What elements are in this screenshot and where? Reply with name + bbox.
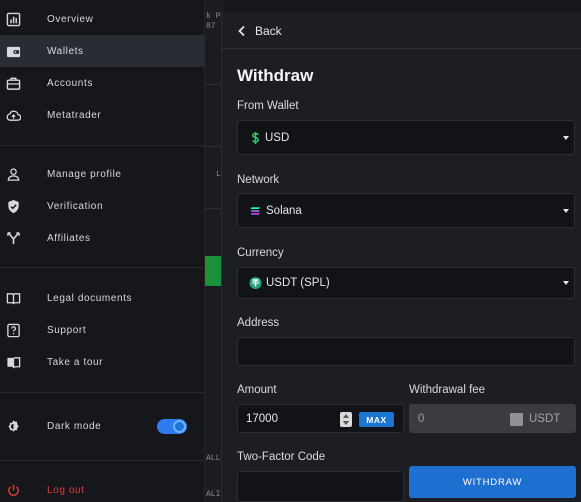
sidebar-item-affiliates[interactable]: Affiliates (0, 222, 205, 254)
back-button[interactable]: Back (236, 22, 282, 40)
sidebar-item-wallets[interactable]: Wallets (0, 35, 205, 67)
sidebar-item-label: Support (47, 324, 87, 336)
sidebar-item-label: Take a tour (47, 356, 104, 368)
sidebar-divider (0, 460, 205, 461)
dark-mode-toggle[interactable] (157, 419, 187, 434)
withdraw-panel: Back Withdraw From Wallet USD Network So… (221, 12, 581, 502)
cloud-upload-icon (5, 107, 21, 123)
sidebar-item-label: Metatrader (47, 109, 102, 121)
sidebar-divider (0, 267, 205, 268)
currency-select[interactable]: USDT (SPL) (237, 267, 575, 299)
back-label: Back (255, 24, 282, 38)
amount-input[interactable]: 17000 MAX (237, 404, 404, 433)
wallet-icon (5, 43, 21, 59)
amount-value: 17000 (246, 412, 278, 425)
currency-label: Currency (237, 247, 284, 259)
sidebar-item-label: Dark mode (47, 420, 102, 432)
briefcase-icon (5, 75, 21, 91)
chevron-down-icon (563, 135, 569, 140)
sidebar-item-label: Legal documents (47, 292, 133, 304)
address-input[interactable] (237, 337, 575, 366)
sidebar: Overview Wallets Accounts Metatrader Man… (0, 0, 205, 502)
sidebar-item-label: Verification (47, 200, 104, 212)
network-value: Solana (266, 204, 302, 217)
sidebar-item-manage-profile[interactable]: Manage profile (0, 158, 205, 190)
book-icon (5, 290, 21, 306)
withdrawal-fee-value: 0 (418, 412, 425, 425)
withdraw-button[interactable]: WITHDRAW (409, 466, 576, 498)
page-title: Withdraw (237, 66, 314, 85)
shield-check-icon (5, 198, 21, 214)
from-wallet-select[interactable]: USD (237, 120, 575, 155)
solana-icon (250, 206, 261, 215)
dollar-icon (251, 131, 260, 144)
sidebar-item-label: Overview (47, 13, 94, 25)
sidebar-item-label: Wallets (47, 45, 84, 57)
help-icon (5, 322, 21, 338)
withdrawal-fee-label: Withdrawal fee (409, 384, 486, 396)
user-icon (5, 166, 21, 182)
sidebar-item-label: Log out (47, 484, 85, 496)
background-text: 87 (206, 22, 216, 31)
sidebar-divider (0, 145, 205, 146)
sidebar-item-legal-documents[interactable]: Legal documents (0, 282, 205, 314)
network-label: Network (237, 174, 280, 186)
fork-icon (5, 230, 21, 246)
withdrawal-fee-field: 0 USDT (409, 404, 576, 433)
open-book-icon (5, 354, 21, 370)
sidebar-divider (0, 392, 205, 393)
amount-stepper[interactable] (340, 412, 352, 427)
tether-icon (249, 276, 262, 290)
chevron-down-icon (563, 281, 569, 285)
power-icon (5, 482, 21, 498)
sidebar-item-overview[interactable]: Overview (0, 3, 205, 35)
network-select[interactable]: Solana (237, 193, 575, 228)
sidebar-item-log-out[interactable]: Log out (0, 474, 205, 502)
amount-label: Amount (237, 384, 277, 396)
from-wallet-value: USD (265, 131, 290, 144)
chevron-left-icon (238, 25, 245, 37)
background-text: k P (206, 12, 221, 21)
bar-chart-icon (5, 11, 21, 27)
two-factor-label: Two-Factor Code (237, 451, 326, 463)
from-wallet-label: From Wallet (237, 100, 299, 112)
fee-unit-icon (510, 413, 523, 426)
toggle-knob (173, 420, 186, 433)
sidebar-item-take-a-tour[interactable]: Take a tour (0, 346, 205, 378)
max-button[interactable]: MAX (359, 412, 394, 427)
sidebar-item-label: Affiliates (47, 232, 91, 244)
sidebar-item-support[interactable]: Support (0, 314, 205, 346)
panel-header: Back (222, 12, 581, 49)
chevron-down-icon (563, 208, 569, 213)
contrast-icon (5, 418, 21, 434)
background-text: ALI (206, 490, 221, 499)
two-factor-input[interactable] (237, 471, 404, 502)
address-label: Address (237, 317, 280, 329)
sidebar-item-label: Accounts (47, 77, 93, 89)
withdrawal-fee-unit: USDT (529, 412, 561, 425)
sidebar-item-verification[interactable]: Verification (0, 190, 205, 222)
currency-value: USDT (SPL) (266, 277, 330, 289)
sidebar-item-metatrader[interactable]: Metatrader (0, 99, 205, 131)
sidebar-item-accounts[interactable]: Accounts (0, 67, 205, 99)
sidebar-item-label: Manage profile (47, 168, 122, 180)
background-text: ALL (206, 454, 221, 463)
